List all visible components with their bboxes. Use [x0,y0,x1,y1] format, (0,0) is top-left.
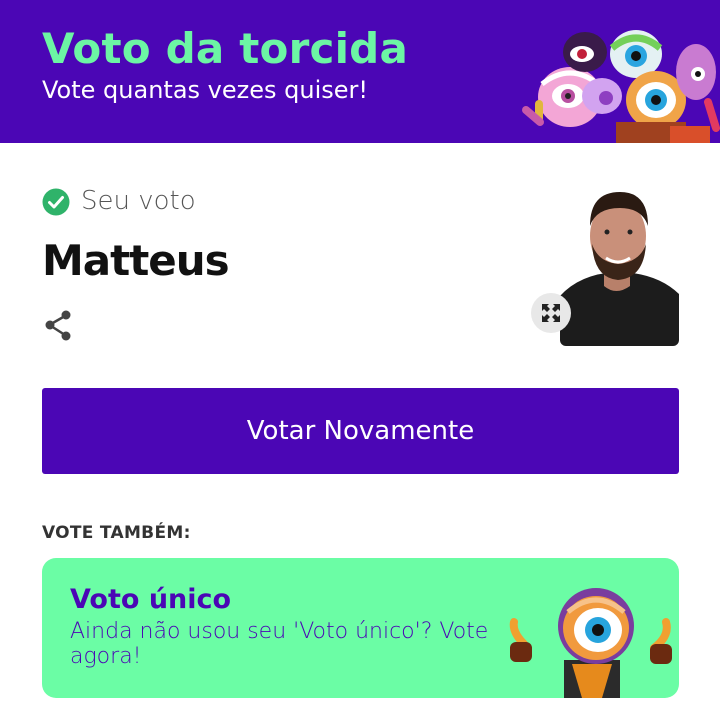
candidate-name: Matteus [42,236,230,285]
expand-photo-button[interactable] [531,293,571,333]
candidate-portrait-image [560,186,679,346]
single-vote-card[interactable]: Voto único Ainda não usou seu 'Voto únic… [42,558,679,698]
share-icon [45,310,71,341]
share-button[interactable] [42,308,78,344]
single-vote-title: Voto único [70,584,232,615]
mascot-group-illustration [522,30,720,143]
your-vote-label: Seu voto [81,186,196,216]
page-header: Voto da torcida Vote quantas vezes quise… [0,0,720,143]
mascot-illustration [509,588,672,698]
page-title: Voto da torcida [42,24,408,73]
single-vote-description: Ainda não usou seu 'Voto único'? Vote ag… [70,619,489,669]
vote-also-label: VOTE TAMBÉM: [42,523,191,543]
candidate-photo [560,186,679,346]
vote-again-button[interactable]: Votar Novamente [42,388,679,474]
page-subtitle: Vote quantas vezes quiser! [42,76,368,104]
check-circle-icon [42,188,70,216]
expand-icon [542,304,560,322]
